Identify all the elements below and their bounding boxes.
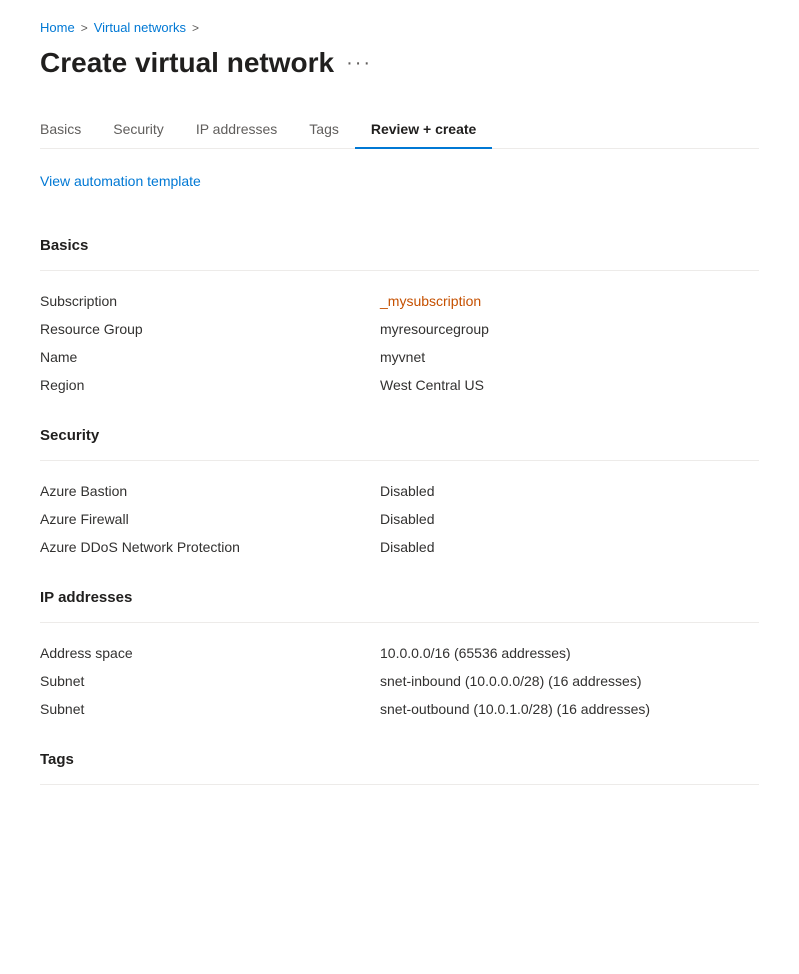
detail-row-azure-ddos: Azure DDoS Network Protection Disabled	[40, 533, 759, 561]
divider-basics	[40, 270, 759, 271]
tab-tags[interactable]: Tags	[293, 111, 355, 149]
automation-template-link[interactable]: View automation template	[40, 173, 201, 189]
value-azure-bastion: Disabled	[380, 483, 434, 499]
page-title-row: Create virtual network ···	[40, 47, 759, 79]
detail-row-subnet-outbound: Subnet snet-outbound (10.0.1.0/28) (16 a…	[40, 695, 759, 723]
section-title-basics: Basics	[40, 237, 759, 254]
value-region: West Central US	[380, 377, 484, 393]
detail-row-address-space: Address space 10.0.0.0/16 (65536 address…	[40, 639, 759, 667]
value-azure-ddos: Disabled	[380, 539, 434, 555]
divider-security	[40, 460, 759, 461]
label-address-space: Address space	[40, 645, 380, 661]
value-resource-group: myresourcegroup	[380, 321, 489, 337]
detail-row-name: Name myvnet	[40, 343, 759, 371]
detail-row-subscription: Subscription _mysubscription	[40, 287, 759, 315]
page-container: Home > Virtual networks > Create virtual…	[0, 0, 799, 853]
label-region: Region	[40, 377, 380, 393]
value-subnet-inbound: snet-inbound (10.0.0.0/28) (16 addresses…	[380, 673, 642, 689]
label-azure-ddos: Azure DDoS Network Protection	[40, 539, 380, 555]
more-options-button[interactable]: ···	[346, 52, 372, 75]
value-address-space: 10.0.0.0/16 (65536 addresses)	[380, 645, 571, 661]
divider-ip-addresses	[40, 622, 759, 623]
section-security: Security Azure Bastion Disabled Azure Fi…	[40, 427, 759, 561]
label-resource-group: Resource Group	[40, 321, 380, 337]
breadcrumb-home[interactable]: Home	[40, 20, 75, 35]
detail-row-subnet-inbound: Subnet snet-inbound (10.0.0.0/28) (16 ad…	[40, 667, 759, 695]
tab-security[interactable]: Security	[97, 111, 180, 149]
detail-row-resource-group: Resource Group myresourcegroup	[40, 315, 759, 343]
section-basics: Basics Subscription _mysubscription Reso…	[40, 237, 759, 399]
tab-basics[interactable]: Basics	[40, 111, 97, 149]
detail-row-region: Region West Central US	[40, 371, 759, 399]
label-subnet-outbound: Subnet	[40, 701, 380, 717]
value-azure-firewall: Disabled	[380, 511, 434, 527]
section-title-tags: Tags	[40, 751, 759, 768]
label-name: Name	[40, 349, 380, 365]
label-azure-firewall: Azure Firewall	[40, 511, 380, 527]
breadcrumb-separator-1: >	[81, 21, 88, 35]
breadcrumb-separator-2: >	[192, 21, 199, 35]
label-subnet-inbound: Subnet	[40, 673, 380, 689]
detail-row-azure-firewall: Azure Firewall Disabled	[40, 505, 759, 533]
breadcrumb: Home > Virtual networks >	[40, 20, 759, 35]
value-name: myvnet	[380, 349, 425, 365]
label-azure-bastion: Azure Bastion	[40, 483, 380, 499]
tab-review-create[interactable]: Review + create	[355, 111, 492, 149]
divider-tags	[40, 784, 759, 785]
detail-row-azure-bastion: Azure Bastion Disabled	[40, 477, 759, 505]
tabs-container: Basics Security IP addresses Tags Review…	[40, 111, 759, 149]
page-title: Create virtual network	[40, 47, 334, 79]
section-tags: Tags	[40, 751, 759, 785]
value-subscription: _mysubscription	[380, 293, 481, 309]
section-ip-addresses: IP addresses Address space 10.0.0.0/16 (…	[40, 589, 759, 723]
tab-ip-addresses[interactable]: IP addresses	[180, 111, 293, 149]
breadcrumb-vnet[interactable]: Virtual networks	[94, 20, 186, 35]
label-subscription: Subscription	[40, 293, 380, 309]
section-title-ip-addresses: IP addresses	[40, 589, 759, 606]
value-subnet-outbound: snet-outbound (10.0.1.0/28) (16 addresse…	[380, 701, 650, 717]
section-title-security: Security	[40, 427, 759, 444]
